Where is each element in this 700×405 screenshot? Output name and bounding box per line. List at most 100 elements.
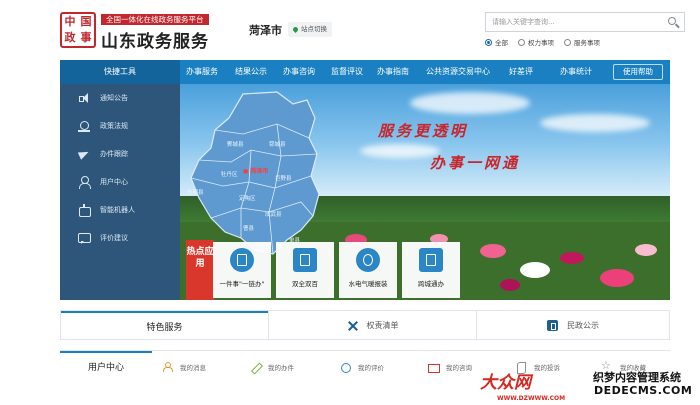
peony-flower [500,279,520,291]
map-doc-icon [419,248,443,272]
user-center-title[interactable]: 用户中心 [60,351,152,383]
cloud-shape [360,144,440,158]
tab-label: 特色服务 [146,322,183,333]
platform-tagline: 全国一体化在线政务服务平台 [101,14,209,25]
nav-item-guide[interactable]: 办事指南 [377,60,409,84]
user-icon [78,176,91,189]
site-switch-label: 站点切换 [301,25,327,33]
peony-flower [560,252,584,264]
quick-tools-sidebar: 通知公告 政策法规 办件跟踪 用户中心 智能机器人 评价建议 [60,84,180,300]
app-tile-one-chain[interactable]: 一件事"一链办" [213,242,271,298]
search-icon[interactable] [667,16,680,29]
nav-item-results[interactable]: 结果公示 [235,60,267,84]
dazhong-watermark-url: WWW.DZWWW.COM [497,395,566,402]
nav-item-statistics[interactable]: 办事统计 [560,60,592,84]
map-county-label: 郓城县 [269,142,286,148]
map-county-label: 牡丹区 [221,172,238,178]
nav-item-service[interactable]: 办事服务 [186,60,218,84]
map-county-label: 鄄城县 [227,142,244,148]
pencil-icon [250,362,260,372]
search-input[interactable] [486,13,661,31]
sidebar-item-label: 智能机器人 [100,206,135,214]
link-label: 我的评价 [358,364,384,372]
map-county-label: 曹县 [243,226,255,232]
heze-map: 鄄城县 郓城县 牡丹区 巨野县 东明县 定陶区 成武县 曹县 单县 ● 菏泽市 [185,90,335,260]
speaker-icon [78,92,90,104]
peony-flower [520,262,550,278]
site-seal-logo[interactable]: 中 国 政 事 [60,12,96,48]
app-tile-utilities[interactable]: 水电气暖报装 [339,242,397,298]
sidebar-item-feedback[interactable]: 评价建议 [60,224,180,252]
sidebar-item-tracking[interactable]: 办件跟踪 [60,140,180,168]
sidebar-item-policies[interactable]: 政策法规 [60,112,180,140]
my-evaluations-link[interactable]: 我的评价 [340,351,384,383]
app-tile-double-hundred[interactable]: 双全双百 [276,242,334,298]
current-city: 菏泽市 [249,24,282,37]
app-label: 跨城通办 [418,280,444,288]
app-label: 一件事"一链办" [219,280,265,288]
site-header: 中 国 政 事 全国一体化在线政务服务平台 山东政务服务 菏泽市 站点切换 全部… [0,0,700,60]
hot-apps-tag: 热点应用 [186,240,214,300]
map-county-label: 东明县 [187,190,204,196]
app-label: 双全双百 [292,280,318,288]
scope-service-radio[interactable]: 服务事项 [564,37,600,47]
dazhong-watermark-logo: 大众网 [480,373,531,393]
rating-icon [340,362,351,373]
site-switch-button[interactable]: 站点切换 [288,22,332,37]
search-box [485,12,685,32]
sidebar-item-robot[interactable]: 智能机器人 [60,196,180,224]
user-center-bar: 用户中心 我的消息 我的办件 我的评价 我的咨询 我的投诉 我的收藏 [60,350,670,383]
scope-label: 权力事项 [528,39,554,47]
cloud-shape [410,92,530,114]
site-name[interactable]: 山东政务服务 [101,27,209,52]
sidebar-item-label: 办件跟踪 [100,150,128,158]
link-label: 我的投诉 [534,364,560,372]
person-icon [162,362,173,372]
nav-item-supervise[interactable]: 监督评议 [331,60,363,84]
nav-item-resource-center[interactable]: 公共资源交易中心 [426,60,490,84]
quick-tools-tab[interactable]: 快捷工具 [60,60,180,84]
tab-featured-services[interactable]: 特色服务 [61,311,268,339]
scope-label: 全部 [495,39,508,47]
scope-label: 服务事项 [574,39,600,47]
tools-icon [347,320,358,331]
sidebar-item-label: 政策法规 [100,122,128,130]
heze-map-shape [190,91,320,255]
nav-item-consult[interactable]: 办事咨询 [283,60,315,84]
seal-glyph: 国 [80,15,92,28]
tab-responsibility-list[interactable]: 权责清单 [269,311,476,339]
app-label: 水电气暖报装 [348,280,388,288]
scope-all-radio[interactable]: 全部 [485,37,508,47]
scope-power-radio[interactable]: 权力事项 [518,37,554,47]
help-button[interactable]: 使用帮助 [613,64,663,80]
tab-civil-notices[interactable]: 民政公示 [477,311,669,339]
map-city-marker: ● 菏泽市 [243,168,269,175]
list-icon [293,248,317,272]
seal-glyph: 中 [64,15,76,28]
map-county-label: 成武县 [265,212,282,218]
peony-flower [635,244,657,256]
sidebar-item-user-center[interactable]: 用户中心 [60,168,180,196]
link-label: 我的咨询 [446,364,472,372]
seal-glyph: 政 [64,31,76,44]
my-cases-link[interactable]: 我的办件 [250,351,294,383]
bolt-icon [356,248,380,272]
peony-flower [600,269,634,287]
nav-item-rating[interactable]: 好差评 [509,60,533,84]
sidebar-item-notices[interactable]: 通知公告 [60,84,180,112]
my-messages-link[interactable]: 我的消息 [162,351,206,383]
radio-icon [564,38,571,46]
app-tile-cross-city[interactable]: 跨城通办 [402,242,460,298]
banner-slogan-1: 服务更透明 [378,122,469,140]
notice-icon [547,319,558,331]
chat-icon [78,232,91,244]
my-inquiries-link[interactable]: 我的咨询 [428,351,472,383]
search-scope-group: 全部 权力事项 服务事项 [485,37,600,47]
map-county-label: 巨野县 [275,176,292,182]
seal-glyph: 事 [80,31,92,44]
dedecms-watermark-url: DEDECMS.COM [594,384,693,397]
sidebar-item-label: 用户中心 [100,178,128,186]
radio-icon [518,38,525,46]
service-tabs: 特色服务 权责清单 民政公示 [60,310,670,340]
banner-slogan-2: 办事一网通 [430,154,521,172]
